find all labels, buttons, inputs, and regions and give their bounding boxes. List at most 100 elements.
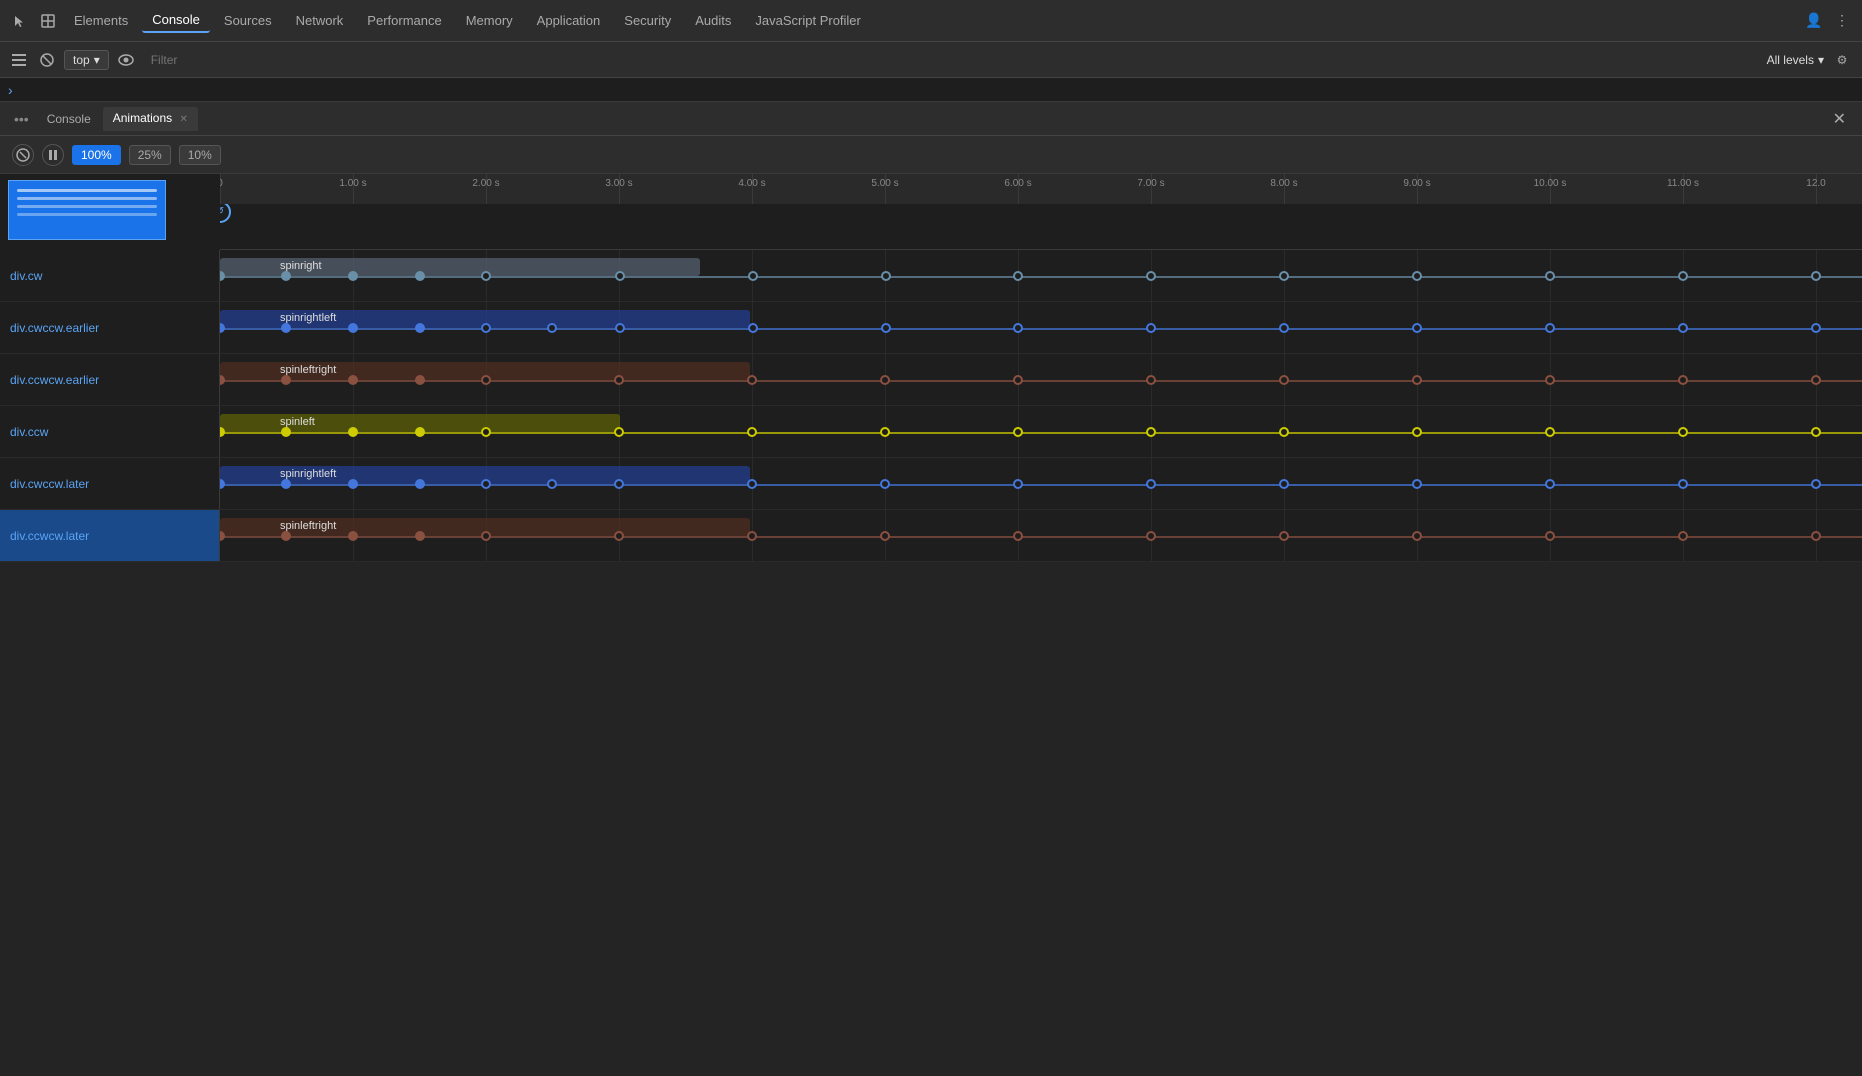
keyframe-dot-5-11[interactable] <box>1412 531 1422 541</box>
track-label-5[interactable]: div.ccwcw.later <box>0 510 220 561</box>
keyframe-dot-2-7[interactable] <box>880 375 890 385</box>
sub-tab-console[interactable]: Console <box>37 108 101 130</box>
user-icon[interactable]: 👤 <box>1802 9 1826 33</box>
keyframe-dot-2-1[interactable] <box>281 375 291 385</box>
tab-application[interactable]: Application <box>527 9 611 32</box>
keyframe-dot-1-5[interactable] <box>547 323 557 333</box>
keyframe-dot-4-4[interactable] <box>481 479 491 489</box>
keyframe-dot-5-0[interactable] <box>220 531 225 541</box>
close-panel-btn[interactable]: ✕ <box>1825 109 1854 129</box>
keyframe-dot-1-12[interactable] <box>1412 323 1422 333</box>
keyframe-dot-2-0[interactable] <box>220 375 225 385</box>
keyframe-dot-0-4[interactable] <box>481 271 491 281</box>
keyframe-dot-5-7[interactable] <box>880 531 890 541</box>
keyframe-dot-1-1[interactable] <box>281 323 291 333</box>
keyframe-dot-3-3[interactable] <box>415 427 425 437</box>
track-label-0[interactable]: div.cw <box>0 250 220 301</box>
keyframe-dot-4-5[interactable] <box>547 479 557 489</box>
keyframe-dot-1-0[interactable] <box>220 323 225 333</box>
keyframe-dot-4-1[interactable] <box>281 479 291 489</box>
track-label-1[interactable]: div.cwccw.earlier <box>0 302 220 353</box>
inspect-icon[interactable] <box>36 9 60 33</box>
clear-console-btn[interactable] <box>36 49 58 71</box>
keyframe-dot-3-10[interactable] <box>1279 427 1289 437</box>
keyframe-dot-3-11[interactable] <box>1412 427 1422 437</box>
keyframe-dot-2-9[interactable] <box>1146 375 1156 385</box>
keyframe-dot-0-7[interactable] <box>881 271 891 281</box>
speed-10-btn[interactable]: 10% <box>179 145 221 165</box>
keyframe-dot-5-4[interactable] <box>481 531 491 541</box>
keyframe-dot-1-10[interactable] <box>1146 323 1156 333</box>
keyframe-dot-1-2[interactable] <box>348 323 358 333</box>
keyframe-dot-4-2[interactable] <box>348 479 358 489</box>
keyframe-dot-4-11[interactable] <box>1279 479 1289 489</box>
keyframe-dot-5-1[interactable] <box>281 531 291 541</box>
tab-js-profiler[interactable]: JavaScript Profiler <box>745 9 870 32</box>
keyframe-dot-3-9[interactable] <box>1146 427 1156 437</box>
keyframe-dot-4-7[interactable] <box>747 479 757 489</box>
keyframe-dot-4-0[interactable] <box>220 479 225 489</box>
speed-25-btn[interactable]: 25% <box>129 145 171 165</box>
keyframe-dot-1-3[interactable] <box>415 323 425 333</box>
track-label-3[interactable]: div.ccw <box>0 406 220 457</box>
keyframe-dot-2-3[interactable] <box>415 375 425 385</box>
more-icon[interactable]: ⋮ <box>1830 9 1854 33</box>
keyframe-dot-5-14[interactable] <box>1811 531 1821 541</box>
keyframe-dot-2-8[interactable] <box>1013 375 1023 385</box>
sidebar-toggle-btn[interactable] <box>8 49 30 71</box>
keyframe-dot-4-14[interactable] <box>1678 479 1688 489</box>
keyframe-dot-3-4[interactable] <box>481 427 491 437</box>
keyframe-dot-1-11[interactable] <box>1279 323 1289 333</box>
keyframe-dot-0-11[interactable] <box>1412 271 1422 281</box>
eye-btn[interactable] <box>115 49 137 71</box>
keyframe-dot-3-13[interactable] <box>1678 427 1688 437</box>
keyframe-dot-4-10[interactable] <box>1146 479 1156 489</box>
keyframe-dot-0-1[interactable] <box>281 271 291 281</box>
keyframe-dot-1-8[interactable] <box>881 323 891 333</box>
keyframe-dot-4-8[interactable] <box>880 479 890 489</box>
tab-audits[interactable]: Audits <box>685 9 741 32</box>
keyframe-dot-5-10[interactable] <box>1279 531 1289 541</box>
keyframe-dot-5-5[interactable] <box>614 531 624 541</box>
keyframe-dot-2-4[interactable] <box>481 375 491 385</box>
keyframe-dot-5-8[interactable] <box>1013 531 1023 541</box>
keyframe-dot-0-6[interactable] <box>748 271 758 281</box>
keyframe-dot-2-10[interactable] <box>1279 375 1289 385</box>
keyframe-dot-3-5[interactable] <box>614 427 624 437</box>
keyframe-dot-0-8[interactable] <box>1013 271 1023 281</box>
keyframe-dot-0-13[interactable] <box>1678 271 1688 281</box>
tab-network[interactable]: Network <box>286 9 354 32</box>
keyframe-dot-5-9[interactable] <box>1146 531 1156 541</box>
tab-elements[interactable]: Elements <box>64 9 138 32</box>
keyframe-dot-0-9[interactable] <box>1146 271 1156 281</box>
keyframe-dot-0-3[interactable] <box>415 271 425 281</box>
pause-animation-btn[interactable] <box>42 144 64 166</box>
keyframe-dot-4-6[interactable] <box>614 479 624 489</box>
keyframe-dot-1-4[interactable] <box>481 323 491 333</box>
keyframe-dot-5-13[interactable] <box>1678 531 1688 541</box>
keyframe-dot-1-6[interactable] <box>615 323 625 333</box>
keyframe-dot-0-10[interactable] <box>1279 271 1289 281</box>
keyframe-dot-3-14[interactable] <box>1811 427 1821 437</box>
filter-input[interactable] <box>143 51 1761 69</box>
keyframe-dot-3-2[interactable] <box>348 427 358 437</box>
settings-btn[interactable]: ⚙ <box>1830 48 1854 72</box>
log-level-selector[interactable]: All levels ▾ <box>1767 53 1824 67</box>
frame-selector[interactable]: top ▾ <box>64 50 109 70</box>
tab-sources[interactable]: Sources <box>214 9 282 32</box>
track-label-4[interactable]: div.cwccw.later <box>0 458 220 509</box>
keyframe-dot-0-12[interactable] <box>1545 271 1555 281</box>
keyframe-dot-2-12[interactable] <box>1545 375 1555 385</box>
keyframe-dot-4-13[interactable] <box>1545 479 1555 489</box>
keyframe-dot-3-0[interactable] <box>220 427 225 437</box>
keyframe-dot-0-2[interactable] <box>348 271 358 281</box>
keyframe-dot-3-8[interactable] <box>1013 427 1023 437</box>
keyframe-dot-0-14[interactable] <box>1811 271 1821 281</box>
more-tabs-btn[interactable]: ••• <box>8 111 35 127</box>
tab-console[interactable]: Console <box>142 8 210 33</box>
keyframe-dot-5-6[interactable] <box>747 531 757 541</box>
keyframe-dot-4-12[interactable] <box>1412 479 1422 489</box>
sub-tab-animations[interactable]: Animations ✕ <box>103 107 198 131</box>
close-animations-tab[interactable]: ✕ <box>179 114 187 125</box>
keyframe-dot-3-7[interactable] <box>880 427 890 437</box>
